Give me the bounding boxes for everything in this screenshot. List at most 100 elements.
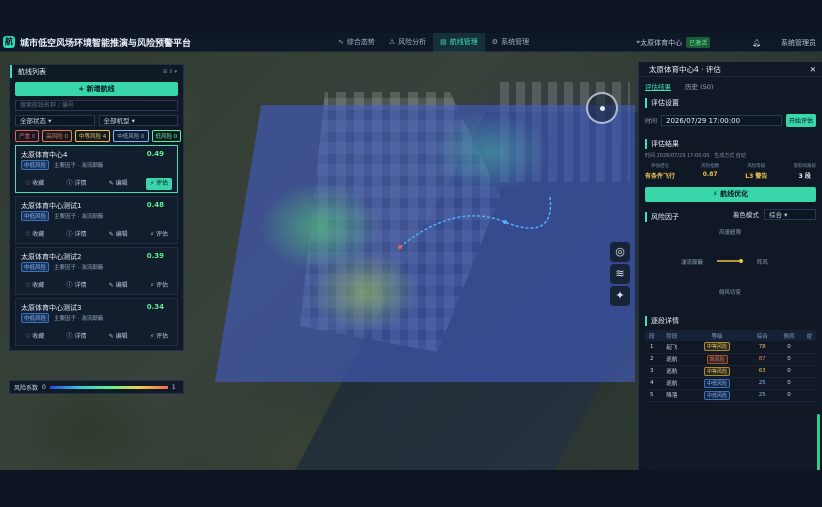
table-cell: 降落 — [658, 389, 686, 402]
nav-item-3[interactable]: ⚙ 系统管理 — [485, 33, 536, 52]
flight-route[interactable] — [395, 192, 555, 262]
tab-history[interactable]: 历史 (50) — [685, 81, 713, 91]
map-effects-button[interactable]: ✦ — [610, 286, 630, 306]
route-optimize-button[interactable]: ⚡ 航线优化 — [645, 187, 816, 202]
risk-legend: 风险系数 0 1 — [9, 380, 184, 394]
risk-tag[interactable]: 低风险 0 — [151, 130, 182, 142]
evaluate-button[interactable]: ⚡ 评估 — [145, 178, 172, 190]
risk-tag[interactable]: 严重 0 — [15, 130, 40, 142]
table-cell: 0 — [775, 353, 803, 366]
result-metric: 风险等级 L3 警告 — [745, 163, 767, 180]
route-card[interactable]: 太原体育中心测试2 0.39 中低风险 主要因子 · 湍流颠簸 ♡ 收藏 ⓘ 详情 ✎ 编辑… — [15, 247, 178, 295]
risk-tag[interactable]: 中等风险 4 — [75, 130, 111, 142]
segment-no: 4 — [649, 380, 654, 386]
route-name: 太原体育中心4 — [21, 151, 68, 159]
time-picker[interactable]: 2026/07/29 17:00:00 — [661, 115, 782, 126]
evaluate-button[interactable]: ⚡ 评估 — [146, 331, 172, 343]
collect-button[interactable]: ♡ 收藏 — [21, 229, 48, 241]
table-cell: 高风险 — [685, 353, 749, 366]
new-route-button[interactable]: + 新增航线 — [15, 82, 178, 96]
segment-no: 2 — [649, 356, 654, 362]
factor-left: 湍流颠簸 — [681, 260, 704, 266]
segment-crosswind: 0 — [787, 356, 791, 362]
nav-item-2[interactable]: ▤ 航线管理 — [433, 33, 485, 52]
risk-tag[interactable]: 中低风险 0 — [113, 130, 149, 142]
table-cell: 78 — [748, 341, 776, 354]
map-radar-button[interactable]: ◎ — [610, 242, 630, 262]
segment-level-badge: 高风险 — [706, 354, 728, 364]
collect-button[interactable]: ♡ 收藏 — [21, 331, 48, 343]
detail-button[interactable]: ⓘ 详情 — [63, 178, 91, 190]
segments-scrollbar[interactable] — [817, 414, 820, 470]
route-level-badge: 中低风险 — [21, 160, 50, 170]
settings-section: 评估设置 时间 2026/07/29 17:00:00 开始评估 评估结果 时间… — [639, 98, 822, 180]
table-cell: 25 — [748, 377, 776, 390]
segment-crosswind: 0 — [787, 380, 791, 386]
detail-button[interactable]: ⓘ 详情 — [63, 229, 91, 241]
table-cell: 1 — [645, 341, 659, 354]
table-row[interactable]: 1 起飞 中等风险 78 0 — [645, 341, 816, 354]
nav-icon: ∿ — [338, 37, 344, 46]
table-row[interactable]: 5 降落 中低风险 25 0 — [645, 389, 816, 402]
map-layers-button[interactable]: ≋ — [610, 264, 630, 284]
segment-phase: 起飞 — [666, 344, 678, 351]
time-row: 时间 2026/07/29 17:00:00 开始评估 — [645, 114, 816, 127]
segment-phase: 巡航 — [666, 369, 678, 375]
edit-button[interactable]: ✎ 编辑 — [105, 331, 132, 343]
nav-label: 风险分析 — [398, 37, 427, 46]
segment-score: 63 — [758, 368, 766, 374]
segment-score: 87 — [758, 356, 766, 362]
table-row[interactable]: 2 巡航 高风险 87 0 — [645, 353, 816, 366]
collect-button[interactable]: ♡ 收藏 — [21, 280, 48, 292]
edit-button[interactable]: ✎ 编辑 — [105, 280, 132, 292]
table-cell — [802, 353, 816, 366]
legend-min: 0 — [42, 383, 46, 391]
edit-button[interactable]: ✎ 编辑 — [105, 229, 132, 241]
nav-label: 综合态势 — [346, 37, 375, 46]
route-name: 太原体育中心测试2 — [21, 253, 82, 261]
detail-button[interactable]: ⓘ 详情 — [63, 331, 91, 343]
close-icon[interactable]: ✕ — [810, 65, 816, 74]
route-card[interactable]: 太原体育中心测试3 0.34 中低风险 主要因子 · 湍流颠簸 ♡ 收藏 ⓘ 详情 ✎ 编辑… — [15, 298, 178, 346]
nav-icon: ⚠ — [388, 37, 396, 46]
route-actions: ♡ 收藏 ⓘ 详情 ✎ 编辑 ⚡ 评估 — [21, 331, 172, 343]
risk-tag[interactable]: 高风险 0 — [42, 130, 72, 142]
compass-icon[interactable] — [586, 92, 618, 124]
segment-level-badge: 中低风险 — [704, 378, 731, 388]
route-actions: ♡ 收藏 ⓘ 详情 ✎ 编辑 ⚡ 评估 — [21, 280, 172, 292]
evaluation-panel: 太原体育中心4 · 评估 ✕ 评估结果 历史 (50) 评估设置 时间 2026… — [638, 62, 822, 470]
route-actions: ♡ 收藏 ⓘ 详情 ✎ 编辑 ⚡ 评估 — [21, 229, 172, 241]
nav-item-1[interactable]: ⚠ 风险分析 — [382, 33, 433, 52]
location-name[interactable]: 太原体育中心 — [640, 38, 682, 48]
metric-value: 0.87 — [702, 171, 718, 178]
status-filter-select[interactable]: 全部状态 ▾ — [15, 115, 95, 126]
edit-button[interactable]: ✎ 编辑 — [105, 178, 132, 190]
segments-table: 段阶段 等级 综合 侧风逆 1 起飞 中等风险 78 0 2 巡航 高风险 87 0 3 巡航 中等风险 63 0… — [645, 330, 816, 402]
result-metric: 评估结论 有条件飞行 — [645, 163, 675, 180]
legend-gradient-bar — [49, 385, 168, 389]
tab-results[interactable]: 评估结果 — [645, 81, 671, 91]
top-letterbox — [0, 0, 822, 33]
user-name[interactable]: 系统管理员 — [781, 38, 816, 48]
evaluate-button[interactable]: ⚡ 评估 — [146, 229, 172, 241]
factor-top: 风速超限 — [719, 230, 742, 236]
color-mode-select[interactable]: 综合 ▾ — [764, 209, 816, 220]
panel-tools-icon[interactable]: ⊞ ⇕ ▾ — [163, 69, 177, 75]
route-search-input[interactable]: 搜索航线名称 / 编号 — [15, 100, 178, 111]
table-cell: 0 — [775, 341, 803, 354]
route-card[interactable]: 太原体育中心4 0.49 中低风险 主要因子 · 湍流颠簸 ♡ 收藏 ⓘ 详情 ✎ 编辑 ⚡ … — [15, 145, 178, 193]
table-row[interactable]: 4 巡航 中低风险 25 0 — [645, 377, 816, 390]
evaluate-button[interactable]: ⚡ 评估 — [146, 280, 172, 292]
metric-value: 3 段 — [798, 173, 811, 180]
start-evaluation-button[interactable]: 开始评估 — [785, 114, 816, 127]
results-metrics: 评估结论 有条件飞行 风险指数 0.87 风险等级 L3 警告 受影响路段 3 段 — [645, 163, 816, 180]
table-row[interactable]: 3 巡航 中等风险 63 0 — [645, 365, 816, 378]
model-filter-select[interactable]: 全部机型 ▾ — [98, 115, 178, 126]
collect-button[interactable]: ♡ 收藏 — [21, 178, 48, 190]
route-card[interactable]: 太原体育中心测试1 0.48 中低风险 主要因子 · 湍流颠簸 ♡ 收藏 ⓘ 详情 ✎ 编辑… — [15, 196, 178, 244]
bell-icon[interactable]: 🔔︎ — [752, 39, 761, 47]
detail-button[interactable]: ⓘ 详情 — [63, 280, 91, 292]
nav-item-0[interactable]: ∿ 综合态势 — [331, 33, 382, 52]
table-cell: 0 — [775, 365, 803, 378]
nav-icon: ▤ — [440, 37, 447, 46]
